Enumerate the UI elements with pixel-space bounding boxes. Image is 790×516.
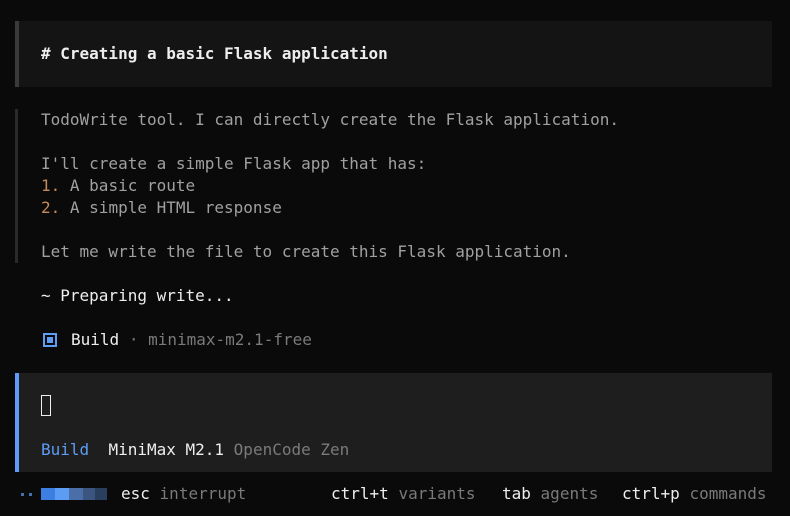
esc-label: interrupt bbox=[159, 484, 247, 503]
commands-hint[interactable]: ctrl+p commands bbox=[622, 483, 767, 505]
list-number: 1. bbox=[41, 176, 61, 195]
variants-label: variants bbox=[398, 484, 476, 503]
provider-name: OpenCode Zen bbox=[233, 440, 350, 459]
input-meta: Build MiniMax M2.1 OpenCode Zen bbox=[41, 439, 349, 461]
agents-hint[interactable]: tab agents bbox=[502, 483, 598, 505]
message-line-2: I'll create a simple Flask app that has: bbox=[41, 154, 427, 173]
message-line-3: Let me write the file to create this Fla… bbox=[41, 242, 571, 261]
model-name[interactable]: MiniMax M2.1 bbox=[108, 440, 224, 459]
list-text: A basic route bbox=[69, 176, 196, 195]
agent-selector[interactable]: Build bbox=[41, 440, 89, 459]
message-rule bbox=[15, 109, 18, 263]
status-text: ~ Preparing write... bbox=[41, 286, 234, 305]
list-number: 2. bbox=[41, 198, 61, 217]
message-line-1: TodoWrite tool. I can directly create th… bbox=[41, 110, 619, 129]
agents-label: agents bbox=[540, 484, 599, 503]
build-separator: · bbox=[128, 330, 139, 349]
build-model: minimax-m2.1-free bbox=[148, 330, 312, 349]
agents-key: tab bbox=[502, 484, 531, 503]
build-label: Build bbox=[71, 330, 120, 349]
list-text: A simple HTML response bbox=[69, 198, 282, 217]
title-accent-bar bbox=[15, 21, 19, 87]
input-accent-bar bbox=[15, 373, 19, 472]
list-item: 1. A basic route bbox=[41, 175, 195, 197]
build-line: Build · minimax-m2.1-free bbox=[71, 329, 312, 351]
esc-key: esc bbox=[121, 484, 150, 503]
variants-key: ctrl+t bbox=[331, 484, 389, 503]
loading-spinner bbox=[21, 487, 107, 501]
commands-key: ctrl+p bbox=[622, 484, 680, 503]
list-item: 2. A simple HTML response bbox=[41, 197, 282, 219]
text-cursor[interactable] bbox=[41, 395, 51, 416]
square-icon bbox=[43, 333, 57, 347]
variants-hint[interactable]: ctrl+t variants bbox=[331, 483, 476, 505]
commands-label: commands bbox=[689, 484, 767, 503]
page-title: # Creating a basic Flask application bbox=[41, 44, 388, 63]
esc-hint[interactable]: esc interrupt bbox=[121, 483, 246, 505]
